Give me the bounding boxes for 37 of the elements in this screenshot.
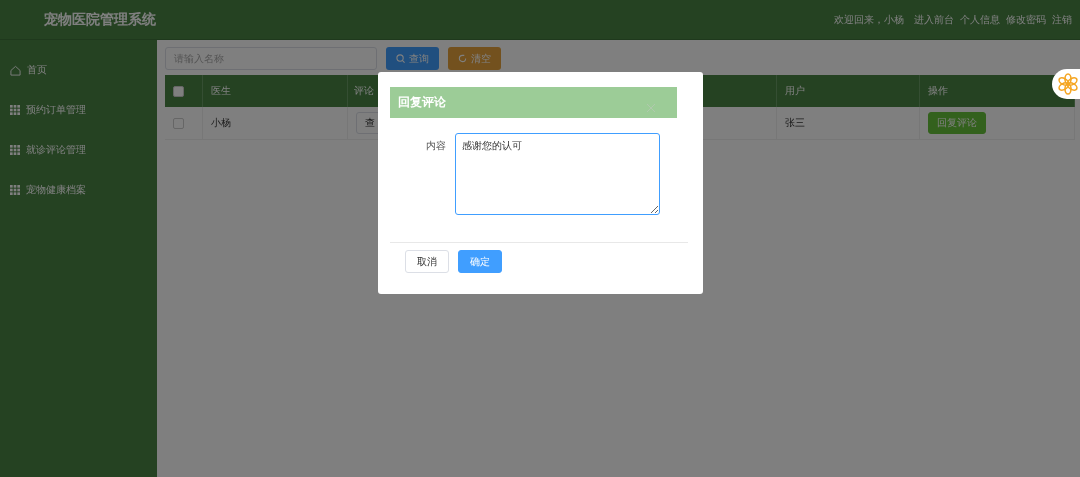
content-field[interactable]: 感谢您的认可: [455, 133, 660, 215]
grid-icon: [10, 105, 20, 115]
grid-icon: [10, 185, 20, 195]
clear-button[interactable]: 清空: [448, 47, 501, 70]
column-header: 医生: [211, 84, 231, 98]
column-header: 评论: [354, 84, 374, 98]
flower-icon[interactable]: [1052, 69, 1080, 99]
home-icon: [10, 64, 21, 76]
column-header: 用户: [785, 84, 805, 98]
sidebar-item[interactable]: 宠物健康档案: [0, 170, 157, 210]
sidebar-item[interactable]: 首页: [0, 50, 157, 90]
field-label: 内容: [426, 139, 446, 153]
welcome-text: 欢迎回来，小杨: [834, 12, 904, 27]
column-header: 操作: [928, 84, 948, 98]
sidebar-label: 首页: [27, 63, 47, 77]
search-button[interactable]: 查询: [386, 47, 439, 70]
checkbox[interactable]: [173, 117, 184, 129]
table-cell: 小杨: [211, 116, 231, 130]
sidebar-label: 预约订单管理: [26, 103, 86, 117]
cancel-button[interactable]: 取消: [405, 250, 449, 273]
header-link[interactable]: 进入前台: [914, 12, 954, 27]
header-link[interactable]: 个人信息: [960, 12, 1000, 27]
dialog-title: 回复评论: [398, 94, 446, 111]
header-link[interactable]: 修改密码: [1006, 12, 1046, 27]
sidebar-label: 就诊评论管理: [26, 143, 86, 157]
grid-icon: [10, 145, 20, 155]
search-icon: [396, 54, 405, 63]
sidebar-item[interactable]: 预约订单管理: [0, 90, 157, 130]
table-cell: 张三: [785, 116, 805, 130]
header-link[interactable]: 注销: [1052, 12, 1072, 27]
checkbox[interactable]: [173, 85, 184, 97]
refresh-icon: [458, 54, 467, 63]
confirm-button[interactable]: 确定: [458, 250, 502, 273]
sidebar-label: 宠物健康档案: [26, 183, 86, 197]
sidebar-item[interactable]: 就诊评论管理: [0, 130, 157, 170]
reply-button[interactable]: 回复评论: [928, 112, 986, 134]
app-title: 宠物医院管理系统: [44, 10, 156, 29]
